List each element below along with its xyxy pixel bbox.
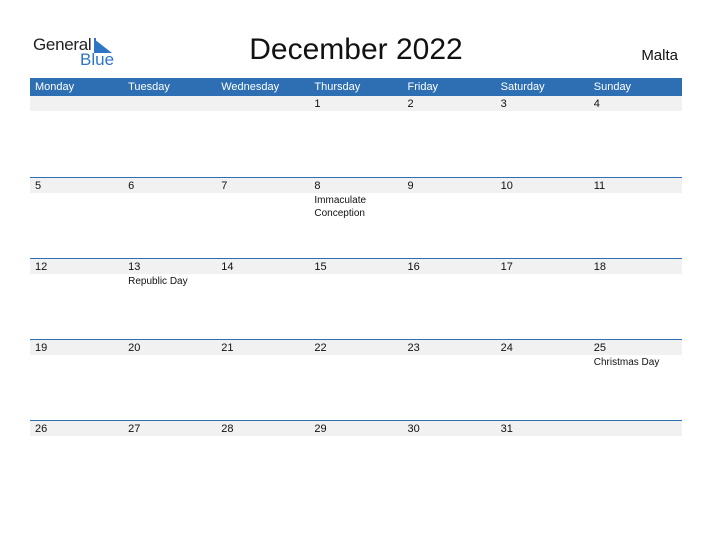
day-cell-sunday: 11: [589, 177, 682, 258]
day-cell-friday: 30: [403, 420, 496, 501]
day-cell-monday: [30, 95, 123, 176]
holiday-label: Republic Day: [128, 276, 188, 287]
day-cell-tuesday: [123, 95, 216, 176]
day-cell-thursday: 15: [309, 258, 402, 339]
day-number: 26: [35, 423, 48, 435]
weekday-saturday: Saturday: [500, 81, 545, 93]
day-cell-friday: 23: [403, 339, 496, 420]
weekday-header-row: Monday Tuesday Wednesday Thursday Friday…: [30, 78, 682, 96]
weekday-friday: Friday: [407, 81, 439, 93]
day-cell-thursday: 1: [309, 95, 402, 176]
day-cell-saturday: 24: [496, 339, 589, 420]
day-cell-thursday: 29: [309, 420, 402, 501]
country-label: Malta: [641, 47, 678, 64]
day-cell-sunday: 18: [589, 258, 682, 339]
week-row: 26 27 28 29 30 31: [30, 420, 682, 501]
day-cell-monday: 5: [30, 177, 123, 258]
day-cell-saturday: 3: [496, 95, 589, 176]
day-cell-thursday: 8 Immaculate Conception: [309, 177, 402, 258]
day-number: 20: [128, 342, 141, 354]
day-number: 10: [500, 180, 513, 192]
day-cell-monday: 12: [30, 258, 123, 339]
day-number: 13: [128, 261, 141, 273]
day-cell-friday: 16: [403, 258, 496, 339]
holiday-label: Christmas Day: [593, 357, 660, 368]
week-row: 5 6 7 8 Immaculate Conception 9 10 11: [30, 177, 682, 258]
day-cell-sunday: 4: [589, 95, 682, 176]
day-number: 4: [593, 98, 600, 110]
day-cell-wednesday: [216, 95, 309, 176]
day-number: 21: [221, 342, 234, 354]
day-number: 11: [593, 180, 606, 192]
day-number: 19: [35, 342, 48, 354]
day-number: 14: [221, 261, 234, 273]
weekday-sunday: Sunday: [593, 81, 632, 93]
day-number: 9: [407, 180, 414, 192]
holiday-label: Immaculate Conception: [314, 195, 367, 219]
calendar-title: December 2022: [249, 33, 463, 66]
day-cell-tuesday: 27: [123, 420, 216, 501]
day-cell-wednesday: 28: [216, 420, 309, 501]
day-number: 18: [593, 261, 606, 273]
week-row: 1 2 3 4: [30, 95, 682, 176]
day-number: 3: [500, 98, 507, 110]
day-number: 16: [407, 261, 420, 273]
day-number: 28: [221, 423, 234, 435]
day-number: 1: [314, 98, 321, 110]
day-number: 8: [314, 180, 321, 192]
day-number: 22: [314, 342, 327, 354]
day-number: 6: [128, 180, 135, 192]
week-row: 12 13 Republic Day 14 15 16 17 18: [30, 258, 682, 339]
day-number: 7: [221, 180, 228, 192]
day-number: 27: [128, 423, 141, 435]
day-number: 24: [500, 342, 513, 354]
day-number: 29: [314, 423, 327, 435]
day-cell-friday: 2: [403, 95, 496, 176]
day-cell-wednesday: 7: [216, 177, 309, 258]
day-number: 17: [500, 261, 513, 273]
weekday-tuesday: Tuesday: [128, 81, 170, 93]
day-number: 30: [407, 423, 420, 435]
day-number: 15: [314, 261, 327, 273]
day-cell-saturday: 31: [496, 420, 589, 501]
day-cell-monday: 26: [30, 420, 123, 501]
day-cell-tuesday: 13 Republic Day: [123, 258, 216, 339]
day-cell-tuesday: 20: [123, 339, 216, 420]
day-cell-monday: 19: [30, 339, 123, 420]
day-cell-saturday: 10: [496, 177, 589, 258]
day-cell-sunday: [589, 420, 682, 501]
week-row: 19 20 21 22 23 24 25 Christmas Day: [30, 339, 682, 420]
day-cell-tuesday: 6: [123, 177, 216, 258]
day-number: 23: [407, 342, 420, 354]
weekday-wednesday: Wednesday: [221, 81, 280, 93]
day-number: 12: [35, 261, 48, 273]
day-cell-wednesday: 14: [216, 258, 309, 339]
day-cell-thursday: 22: [309, 339, 402, 420]
day-number: 5: [35, 180, 42, 192]
day-cell-sunday: 25 Christmas Day: [589, 339, 682, 420]
day-cell-friday: 9: [403, 177, 496, 258]
day-cell-wednesday: 21: [216, 339, 309, 420]
weekday-thursday: Thursday: [314, 81, 361, 93]
day-number: 31: [500, 423, 513, 435]
day-number: 2: [407, 98, 414, 110]
day-number: 25: [593, 342, 606, 354]
weekday-monday: Monday: [35, 81, 75, 93]
day-cell-saturday: 17: [496, 258, 589, 339]
